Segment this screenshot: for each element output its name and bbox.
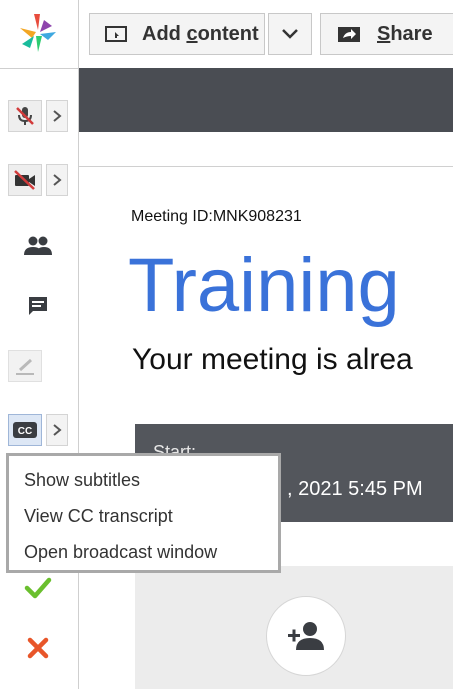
pen-icon xyxy=(16,358,34,375)
add-content-dropdown-button[interactable] xyxy=(268,13,312,55)
chevron-right-icon xyxy=(53,110,62,122)
check-icon xyxy=(24,577,52,599)
chevron-down-icon xyxy=(282,29,298,39)
meeting-id: Meeting ID:MNK908231 xyxy=(131,208,302,225)
cross-icon xyxy=(27,637,49,659)
mic-off-icon xyxy=(16,107,34,125)
menu-item-view-cc-transcript[interactable]: View CC transcript xyxy=(9,498,278,534)
left-toolbar: CC xyxy=(0,0,79,689)
add-user-button[interactable] xyxy=(266,596,346,676)
camera-options-expander[interactable] xyxy=(46,164,68,196)
chat-button[interactable] xyxy=(18,288,58,324)
start-datetime: , 2021 5:45 PM xyxy=(287,478,423,500)
add-content-icon xyxy=(105,26,127,42)
meeting-status-text: Your meeting is alrea xyxy=(132,343,413,376)
chat-icon xyxy=(29,297,47,315)
logo-area xyxy=(0,0,78,69)
menu-item-open-broadcast-window[interactable]: Open broadcast window xyxy=(9,534,278,570)
content-header-strip xyxy=(79,68,453,132)
menu-item-show-subtitles[interactable]: Show subtitles xyxy=(9,462,278,498)
attendees-button[interactable] xyxy=(18,228,58,264)
top-toolbar: Add content Share xyxy=(79,0,453,68)
closed-captions-button[interactable]: CC xyxy=(8,414,42,446)
disagree-button[interactable] xyxy=(18,630,58,666)
cc-options-expander[interactable] xyxy=(46,414,68,446)
share-button[interactable]: Share xyxy=(320,13,453,55)
mic-options-expander[interactable] xyxy=(46,100,68,132)
cc-options-menu: Show subtitles View CC transcript Open b… xyxy=(6,453,281,573)
add-content-button[interactable]: Add content xyxy=(89,13,265,55)
agree-button[interactable] xyxy=(18,570,58,606)
people-icon xyxy=(24,236,52,255)
add-content-label: Add content xyxy=(142,22,259,45)
camera-off-icon xyxy=(14,170,35,190)
meeting-room-window: CC Add content Share Meeting ID:MNK90823… xyxy=(0,0,453,689)
chevron-right-icon xyxy=(53,424,62,436)
svg-text:CC: CC xyxy=(18,426,32,437)
closed-captions-icon: CC xyxy=(13,422,37,438)
share-label: Share xyxy=(377,22,433,45)
app-logo xyxy=(20,14,56,52)
mic-toggle-button[interactable] xyxy=(8,100,42,132)
annotate-button[interactable] xyxy=(8,350,42,382)
add-user-icon xyxy=(288,622,324,650)
divider xyxy=(79,166,453,167)
share-icon xyxy=(338,27,360,42)
camera-toggle-button[interactable] xyxy=(8,164,42,196)
meeting-title: Training xyxy=(128,243,400,328)
chevron-right-icon xyxy=(53,174,62,186)
